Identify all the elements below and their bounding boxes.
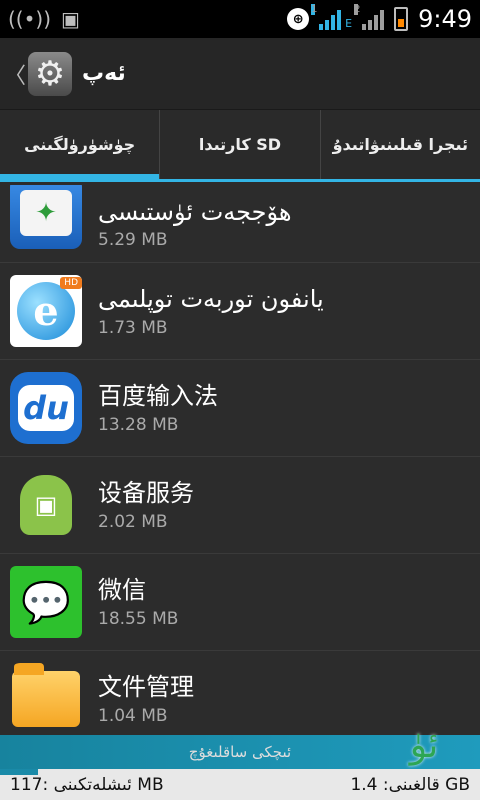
folder-icon bbox=[10, 663, 82, 735]
app-name: 百度输入法 bbox=[98, 382, 218, 411]
wifi-hotspot-icon: ((•)) bbox=[8, 7, 52, 31]
android-robot-icon: ▣ bbox=[10, 469, 82, 541]
app-list[interactable]: ✦ ھۆججەت ئۈستىسى 5.29 MB e HD يانفون تورب… bbox=[0, 185, 480, 735]
globe-icon: ⊕ bbox=[287, 8, 310, 30]
app-size: 13.28 MB bbox=[98, 414, 179, 435]
storage-free-text: قالغىنى: 1.4 GB bbox=[350, 774, 470, 795]
image-icon: ▣ bbox=[61, 7, 80, 31]
page-title: ئەپ bbox=[82, 61, 126, 86]
app-size: 5.29 MB bbox=[98, 230, 168, 251]
list-item[interactable]: e HD يانفون توربەت توپلىمى 1.73 MB bbox=[0, 263, 480, 360]
app-size: 1.04 MB bbox=[98, 705, 168, 726]
clock: 9:49 bbox=[418, 5, 472, 33]
tab-bar: چۈشۈرۈلگىنى كارتىدا SD ئىجرا قىلىنىۋاتىد… bbox=[0, 110, 480, 182]
tab-sd-card[interactable]: كارتىدا SD bbox=[160, 110, 321, 179]
back-chevron-icon[interactable]: 〈 bbox=[4, 58, 26, 90]
gear-icon[interactable]: ⚙ bbox=[28, 51, 73, 96]
signal-sim2-icon: 2 bbox=[354, 4, 385, 30]
app-size: 18.55 MB bbox=[98, 608, 179, 629]
tab-label: چۈشۈرۈلگىنى bbox=[24, 135, 136, 154]
app-name: 微信 bbox=[98, 576, 146, 605]
baidu-du-icon: du bbox=[10, 372, 82, 444]
status-bar: ((•)) ▣ ⊕ 1 E 2 9:49 bbox=[0, 0, 480, 38]
wechat-icon: 💬 bbox=[10, 566, 82, 638]
action-bar: 〈 ⚙ ئەپ bbox=[0, 38, 480, 110]
tab-label: كارتىدا SD bbox=[198, 135, 282, 154]
app-name: 设备服务 bbox=[98, 479, 194, 508]
app-name: ھۆججەت ئۈستىسى bbox=[98, 197, 292, 226]
sim2-label: 2 bbox=[354, 4, 361, 15]
network-type-label: E bbox=[345, 17, 353, 30]
tab-label: ئىجرا قىلىنىۋاتىدۇ bbox=[332, 135, 469, 154]
tab-downloaded[interactable]: چۈشۈرۈلگىنى bbox=[0, 110, 161, 182]
tab-running[interactable]: ئىجرا قىلىنىۋاتىدۇ bbox=[321, 110, 480, 179]
sim1-label: 1 bbox=[311, 4, 318, 15]
browser-e-icon: e HD bbox=[10, 275, 82, 347]
list-item[interactable]: 💬 微信 18.55 MB bbox=[0, 554, 480, 651]
signal-sim1-icon: 1 E bbox=[311, 4, 353, 30]
storage-used-text: ئىشلەتكىنى :117 MB bbox=[10, 774, 164, 795]
app-name: يانفون توربەت توپلىمى bbox=[98, 285, 324, 314]
battery-icon bbox=[394, 7, 409, 31]
magic-wand-icon: ✦ bbox=[10, 185, 82, 249]
list-item[interactable]: ▣ 设备服务 2.02 MB bbox=[0, 457, 480, 554]
list-item[interactable]: ✦ ھۆججەت ئۈستىسى 5.29 MB bbox=[0, 185, 480, 263]
app-size: 2.02 MB bbox=[98, 511, 168, 532]
app-size: 1.73 MB bbox=[98, 317, 168, 338]
app-name: 文件管理 bbox=[98, 673, 194, 702]
list-item[interactable]: du 百度输入法 13.28 MB bbox=[0, 360, 480, 457]
